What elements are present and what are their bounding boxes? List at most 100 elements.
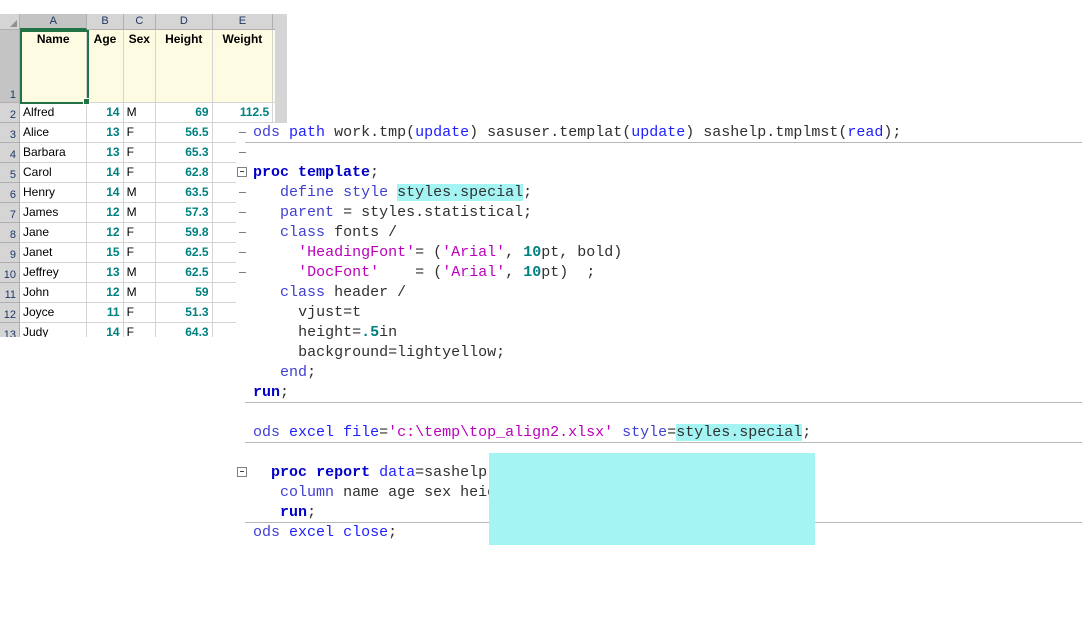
cell-sex-7[interactable]: M xyxy=(124,203,156,223)
cell-sex-5[interactable]: F xyxy=(124,163,156,183)
cell-height-3[interactable]: 56.5 xyxy=(156,123,213,143)
row-header-5[interactable]: 5 xyxy=(0,163,20,183)
code-line[interactable]: parent = styles.statistical; xyxy=(236,203,1082,223)
code-line[interactable]: proc template; xyxy=(236,163,1082,183)
cell-name-8[interactable]: Jane xyxy=(20,223,87,243)
row-header-8[interactable]: 8 xyxy=(0,223,20,243)
code-line[interactable]: background=lightyellow; xyxy=(236,343,1082,363)
code-line[interactable]: define style styles.special; xyxy=(236,183,1082,203)
row-header-6[interactable]: 6 xyxy=(0,183,20,203)
row-header-12[interactable]: 12 xyxy=(0,303,20,323)
cell-height-7[interactable]: 57.3 xyxy=(156,203,213,223)
cell-height-13[interactable]: 64.3 xyxy=(156,323,213,337)
cell-name-6[interactable]: Henry xyxy=(20,183,87,203)
code-line[interactable]: 'DocFont' = ('Arial', 10pt) ; xyxy=(236,263,1082,283)
fold-collapse-icon[interactable] xyxy=(237,167,247,177)
cell-sex-12[interactable]: F xyxy=(124,303,156,323)
cell-name-3[interactable]: Alice xyxy=(20,123,87,143)
cell-sex-3[interactable]: F xyxy=(124,123,156,143)
cell-height-5[interactable]: 62.8 xyxy=(156,163,213,183)
cell-age-11[interactable]: 12 xyxy=(87,283,123,303)
row-header-1[interactable]: 1 xyxy=(0,30,20,103)
cell-height-8[interactable]: 59.8 xyxy=(156,223,213,243)
code-line-text: class header / xyxy=(253,283,406,303)
code-line[interactable]: class header / xyxy=(236,283,1082,303)
cell-sex-10[interactable]: M xyxy=(124,263,156,283)
row-header-9[interactable]: 9 xyxy=(0,243,20,263)
select-all-corner[interactable] xyxy=(0,14,20,30)
cell-height-11[interactable]: 59 xyxy=(156,283,213,303)
cell-sex-13[interactable]: F xyxy=(124,323,156,337)
code-line-text: 'HeadingFont'= ('Arial', 10pt, bold) xyxy=(253,243,622,263)
cell-age-13[interactable]: 14 xyxy=(87,323,123,337)
cell-sex-2[interactable]: M xyxy=(124,103,156,123)
cell-age-8[interactable]: 12 xyxy=(87,223,123,243)
row-header-7[interactable]: 7 xyxy=(0,203,20,223)
code-line[interactable]: ods excel file='c:\temp\top_align2.xlsx'… xyxy=(236,423,1082,443)
cell-sex-8[interactable]: F xyxy=(124,223,156,243)
code-line-text: proc template; xyxy=(253,163,379,183)
cell-name-4[interactable]: Barbara xyxy=(20,143,87,163)
code-line[interactable]: ods path work.tmp(update) sasuser.templa… xyxy=(236,123,1082,143)
cell-height-12[interactable]: 51.3 xyxy=(156,303,213,323)
cell-age-6[interactable]: 14 xyxy=(87,183,123,203)
code-line-text: parent = styles.statistical; xyxy=(253,203,532,223)
column-header-e[interactable]: E xyxy=(213,14,274,30)
cell-age-10[interactable]: 13 xyxy=(87,263,123,283)
cell-name-7[interactable]: James xyxy=(20,203,87,223)
cell-e1[interactable]: Weight xyxy=(213,30,274,103)
cell-sex-6[interactable]: M xyxy=(124,183,156,203)
code-line-text: ods path work.tmp(update) sasuser.templa… xyxy=(253,123,901,143)
cell-name-11[interactable]: John xyxy=(20,283,87,303)
cell-height-10[interactable]: 62.5 xyxy=(156,263,213,283)
code-line[interactable]: run; xyxy=(236,383,1082,403)
row-header-10[interactable]: 10 xyxy=(0,263,20,283)
cell-name-9[interactable]: Janet xyxy=(20,243,87,263)
cell-b1[interactable]: Age xyxy=(87,30,123,103)
cell-name-5[interactable]: Carol xyxy=(20,163,87,183)
column-header-a[interactable]: A xyxy=(20,14,87,30)
column-header-d[interactable]: D xyxy=(156,14,213,30)
row-header-13[interactable]: 13 xyxy=(0,323,20,337)
cell-sex-9[interactable]: F xyxy=(124,243,156,263)
cell-age-3[interactable]: 13 xyxy=(87,123,123,143)
cell-c1[interactable]: Sex xyxy=(124,30,156,103)
cell-a1[interactable]: Name xyxy=(20,30,87,103)
sas-code-editor[interactable]: ods path work.tmp(update) sasuser.templa… xyxy=(236,123,1082,636)
code-line[interactable] xyxy=(236,143,1082,163)
cell-height-6[interactable]: 63.5 xyxy=(156,183,213,203)
cell-age-9[interactable]: 15 xyxy=(87,243,123,263)
cell-name-10[interactable]: Jeffrey xyxy=(20,263,87,283)
cell-age-4[interactable]: 13 xyxy=(87,143,123,163)
cell-height-2[interactable]: 69 xyxy=(156,103,213,123)
cell-height-4[interactable]: 65.3 xyxy=(156,143,213,163)
cell-name-12[interactable]: Joyce xyxy=(20,303,87,323)
cell-age-12[interactable]: 11 xyxy=(87,303,123,323)
row-header-2[interactable]: 2 xyxy=(0,103,20,123)
code-line[interactable]: vjust=t xyxy=(236,303,1082,323)
row-header-4[interactable]: 4 xyxy=(0,143,20,163)
row-header-11[interactable]: 11 xyxy=(0,283,20,303)
fold-collapse-icon[interactable] xyxy=(237,467,247,477)
cell-age-5[interactable]: 14 xyxy=(87,163,123,183)
cell-age-7[interactable]: 12 xyxy=(87,203,123,223)
code-line[interactable]: 'HeadingFont'= ('Arial', 10pt, bold) xyxy=(236,243,1082,263)
code-line[interactable] xyxy=(236,403,1082,423)
row-header-3[interactable]: 3 xyxy=(0,123,20,143)
cell-age-2[interactable]: 14 xyxy=(87,103,123,123)
cell-name-2[interactable]: Alfred xyxy=(20,103,87,123)
cell-weight-2[interactable]: 112.5 xyxy=(213,103,274,123)
cell-d1[interactable]: Height xyxy=(156,30,213,103)
table-row[interactable]: 2Alfred14M69112.5 xyxy=(0,103,287,123)
column-header-b[interactable]: B xyxy=(87,14,123,30)
cell-height-9[interactable]: 62.5 xyxy=(156,243,213,263)
column-header-row: A B C D E xyxy=(0,14,287,30)
code-line[interactable]: end; xyxy=(236,363,1082,383)
code-line[interactable]: height=.5in xyxy=(236,323,1082,343)
code-line[interactable]: class fonts / xyxy=(236,223,1082,243)
fold-dash-icon xyxy=(239,252,246,253)
cell-sex-4[interactable]: F xyxy=(124,143,156,163)
cell-name-13[interactable]: Judy xyxy=(20,323,87,337)
column-header-c[interactable]: C xyxy=(124,14,156,30)
cell-sex-11[interactable]: M xyxy=(124,283,156,303)
